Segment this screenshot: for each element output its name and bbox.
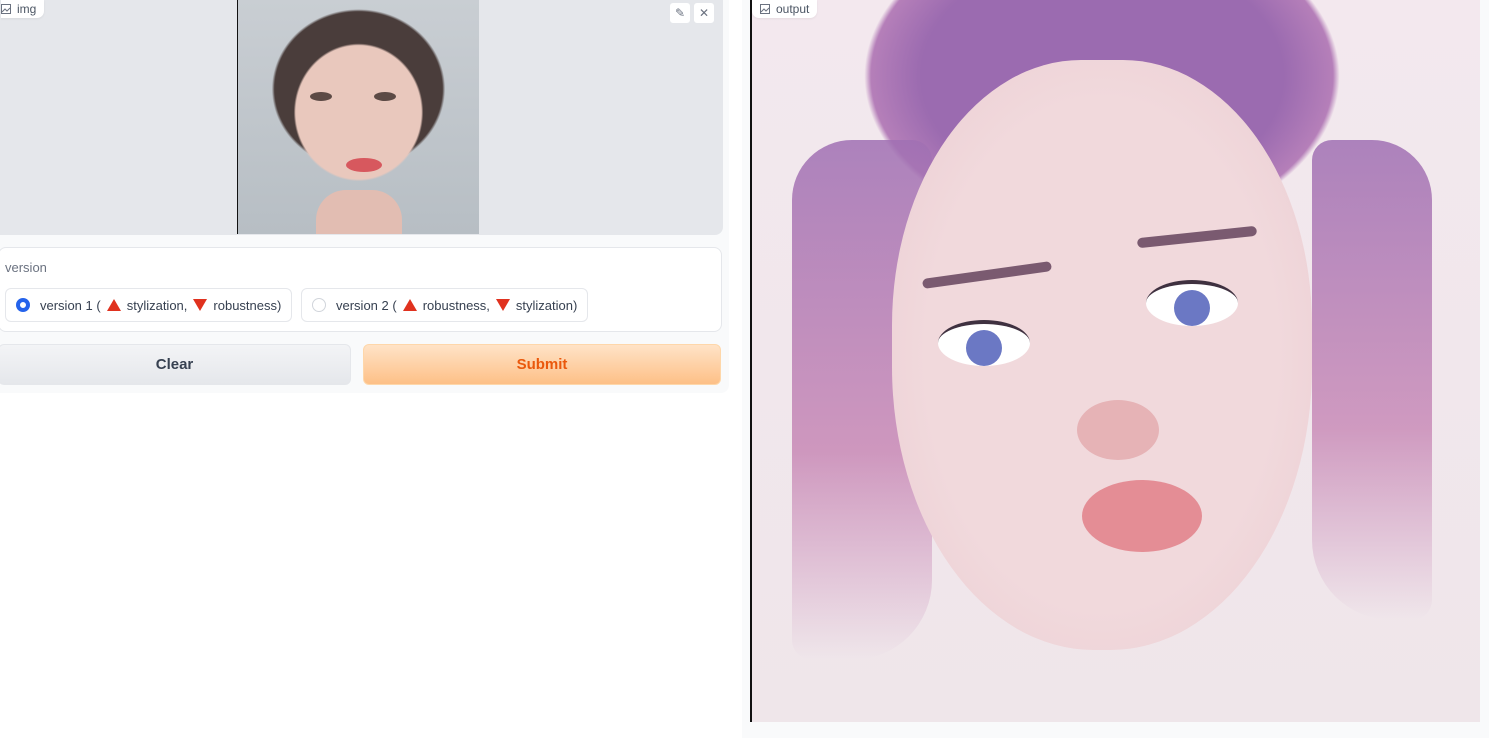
close-icon: ✕: [698, 6, 710, 20]
output-panel: output: [742, 0, 1489, 738]
option-2-part2: stylization): [515, 297, 578, 313]
version-radio-group: version version 1 ( stylization, robustn…: [0, 247, 722, 332]
output-eye-right: [1146, 280, 1238, 326]
option-2-part1: robustness,: [422, 297, 490, 313]
output-nose: [1077, 400, 1159, 460]
image-icon: [1, 4, 11, 14]
output-lips: [1082, 480, 1202, 552]
triangle-down-icon: [495, 299, 510, 311]
option-1-part1: stylization,: [126, 297, 188, 313]
photo-eye-left: [310, 92, 332, 101]
input-photo: [237, 0, 479, 234]
photo-eye-right: [374, 92, 396, 101]
image-icon: [760, 4, 770, 14]
triangle-up-icon: [106, 299, 121, 311]
option-1-part2: robustness): [213, 297, 282, 313]
output-label: output: [776, 2, 810, 16]
output-eye-left: [938, 320, 1030, 366]
submit-button[interactable]: Submit: [363, 344, 721, 385]
version-1-option[interactable]: version 1 ( stylization, robustness): [5, 288, 293, 322]
close-button[interactable]: ✕: [693, 2, 715, 24]
edit-button[interactable]: ✎: [669, 2, 691, 24]
image-label: img: [17, 2, 37, 16]
output-hair-right: [1312, 140, 1432, 620]
option-1-prefix: version 1 (: [40, 297, 101, 313]
photo-neck: [316, 190, 402, 234]
output-iris-left: [966, 330, 1002, 366]
version-2-option[interactable]: version 2 ( robustness, stylization): [301, 288, 589, 322]
pencil-icon: ✎: [674, 6, 686, 20]
image-input-panel[interactable]: img ✎ ✕: [0, 0, 723, 235]
version-label: version: [5, 260, 47, 275]
radio-unselected-icon[interactable]: [312, 298, 326, 312]
radio-selected-icon[interactable]: [16, 298, 30, 312]
output-label-tag: output: [752, 0, 818, 18]
clear-button[interactable]: Clear: [0, 344, 351, 385]
photo-lips: [346, 158, 382, 172]
image-label-tag: img: [1, 0, 45, 18]
triangle-down-icon: [193, 299, 208, 311]
option-2-prefix: version 2 (: [336, 297, 397, 313]
triangle-up-icon: [402, 299, 417, 311]
output-image: output: [750, 0, 1480, 722]
input-column: img ✎ ✕ version version 1 ( stylization,…: [0, 0, 729, 393]
output-iris-right: [1174, 290, 1210, 326]
